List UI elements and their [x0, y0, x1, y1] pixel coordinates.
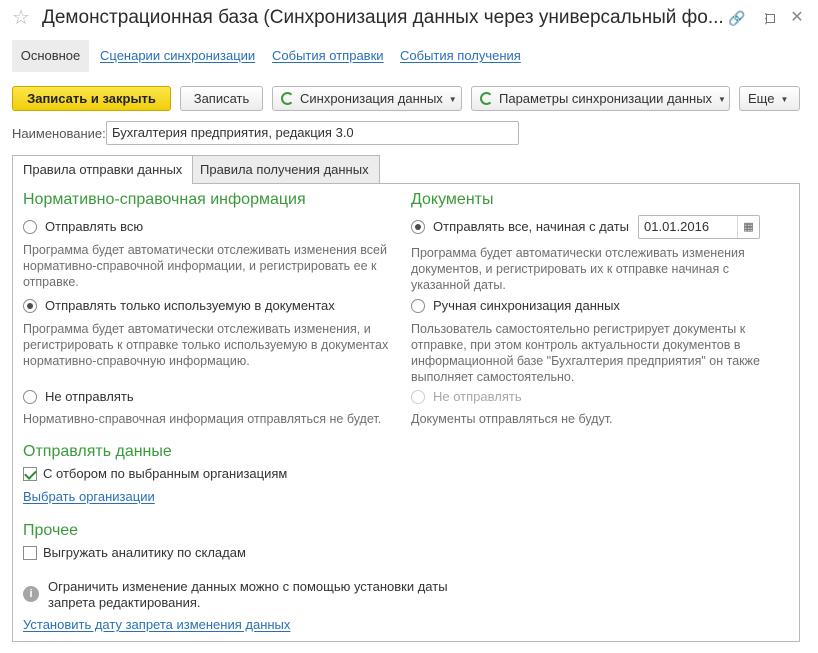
radio-button[interactable]	[411, 298, 425, 313]
start-date-field[interactable]: 01.01.2016 ▦	[638, 215, 760, 239]
hint-line: отправке, при этом контроль актуальности…	[411, 338, 741, 352]
documents-option-manual-label: Ручная синхронизация данных	[433, 298, 620, 313]
sync-data-button[interactable]: Синхронизация данных ▼	[272, 86, 462, 111]
radio-button[interactable]	[23, 219, 37, 234]
documents-option-none: Не отправлять	[411, 389, 522, 404]
tab-receive-rules[interactable]: Правила получения данных	[189, 155, 380, 183]
hint-line: Программа будет автоматически отслеживат…	[411, 246, 745, 260]
reference-option-all-label: Отправлять всю	[45, 219, 144, 234]
calendar-icon[interactable]: ▦	[737, 216, 759, 238]
nav-link-send-events[interactable]: События отправки	[272, 48, 384, 63]
radio-button-selected[interactable]	[411, 219, 425, 234]
documents-option-from-date[interactable]: Отправлять все, начиная с даты	[411, 219, 629, 234]
sync-settings-icon	[480, 92, 493, 105]
window-title: Демонстрационная база (Синхронизация дан…	[42, 7, 722, 28]
hint-line: Пользователь самостоятельно регистрирует…	[411, 322, 746, 336]
link-icon[interactable]: 🔗	[728, 9, 746, 27]
reference-option-used-label: Отправлять только используемую в докумен…	[45, 298, 335, 313]
hint-line: выполняет самостоятельно.	[411, 370, 575, 384]
filter-by-organizations-checkbox[interactable]: С отбором по выбранным организациям	[23, 466, 287, 481]
nav-link-sync-scenarios[interactable]: Сценарии синхронизации	[100, 48, 255, 63]
sync-params-button[interactable]: Параметры синхронизации данных ▼	[471, 86, 730, 111]
tab-send-rules[interactable]: Правила отправки данных	[12, 155, 194, 184]
other-heading: Прочее	[23, 522, 79, 539]
hint-line: отправке.	[23, 275, 79, 289]
hint-line: документов, и регистрировать их к отправ…	[411, 262, 729, 276]
name-label: Наименование:	[12, 126, 106, 141]
sync-data-label: Синхронизация данных	[300, 91, 443, 106]
reference-option-none-label: Не отправлять	[45, 389, 134, 404]
export-warehouse-analytics-label: Выгружать аналитику по складам	[43, 545, 246, 560]
info-icon: i	[23, 586, 39, 602]
save-and-close-button[interactable]: Записать и закрыть	[12, 86, 171, 111]
dropdown-caret-icon: ▼	[780, 95, 789, 104]
reference-option-none[interactable]: Не отправлять	[23, 389, 134, 404]
documents-option-from-date-label: Отправлять все, начиная с даты	[433, 219, 630, 234]
radio-button-selected[interactable]	[23, 298, 37, 313]
documents-option-none-hint: Документы отправляться не будут.	[411, 412, 613, 426]
maximize-icon[interactable]	[761, 9, 779, 27]
sync-icon	[281, 92, 294, 105]
more-label: Еще	[748, 91, 775, 106]
documents-option-manual[interactable]: Ручная синхронизация данных	[411, 298, 620, 313]
save-button[interactable]: Записать	[180, 86, 263, 111]
info-text-line: Ограничить изменение данных можно с помо…	[48, 579, 448, 594]
hint-line: указанной даты.	[411, 278, 506, 292]
reference-option-all-hint: Программа будет автоматически отслеживат…	[23, 242, 387, 290]
hint-line: Программа будет автоматически отслеживат…	[23, 322, 371, 336]
favorite-star-icon[interactable]: ☆	[12, 6, 30, 30]
reference-heading: Нормативно-справочная информация	[23, 191, 306, 208]
reference-option-all[interactable]: Отправлять всю	[23, 219, 143, 234]
documents-option-manual-hint: Пользователь самостоятельно регистрирует…	[411, 321, 760, 385]
name-input[interactable]: Бухгалтерия предприятия, редакция 3.0	[106, 121, 519, 145]
filter-by-organizations-label: С отбором по выбранным организациям	[43, 466, 288, 481]
hint-line: нормативно-справочную информацию.	[23, 354, 250, 368]
sync-params-label: Параметры синхронизации данных	[499, 91, 713, 106]
dropdown-caret-icon: ▼	[448, 95, 457, 104]
info-text: Ограничить изменение данных можно с помо…	[48, 579, 448, 611]
start-date-value: 01.01.2016	[644, 219, 710, 234]
hint-line: регистрировать к отправке только использ…	[23, 338, 389, 352]
hint-line: информационной базе "Бухгалтерия предпри…	[411, 354, 760, 368]
info-text-line: запрета редактирования.	[48, 595, 201, 610]
reference-option-used[interactable]: Отправлять только используемую в докумен…	[23, 298, 335, 313]
hint-line: Программа будет автоматически отслеживат…	[23, 243, 387, 257]
nav-link-receive-events[interactable]: События получения	[400, 48, 521, 63]
radio-button[interactable]	[23, 389, 37, 404]
more-button[interactable]: Еще ▼	[739, 86, 800, 111]
export-warehouse-analytics-checkbox[interactable]: Выгружать аналитику по складам	[23, 545, 246, 560]
checkbox-checked[interactable]	[23, 466, 37, 481]
close-icon[interactable]: ✕	[788, 9, 806, 27]
reference-option-used-hint: Программа будет автоматически отслеживат…	[23, 321, 388, 369]
dropdown-caret-icon: ▼	[718, 95, 726, 104]
reference-option-none-hint: Нормативно-справочная информация отправл…	[23, 412, 382, 426]
documents-heading: Документы	[411, 191, 494, 208]
set-edit-ban-date-link[interactable]: Установить дату запрета изменения данных	[23, 617, 290, 632]
radio-button-disabled	[411, 389, 425, 404]
choose-organizations-link[interactable]: Выбрать организации	[23, 489, 155, 504]
checkbox-unchecked[interactable]	[23, 545, 37, 560]
send-data-heading: Отправлять данные	[23, 443, 172, 460]
documents-option-from-date-hint: Программа будет автоматически отслеживат…	[411, 245, 745, 293]
documents-option-none-label: Не отправлять	[433, 389, 522, 404]
nav-tab-main[interactable]: Основное	[12, 40, 89, 72]
hint-line: нормативно-справочной информации, и реги…	[23, 259, 377, 273]
